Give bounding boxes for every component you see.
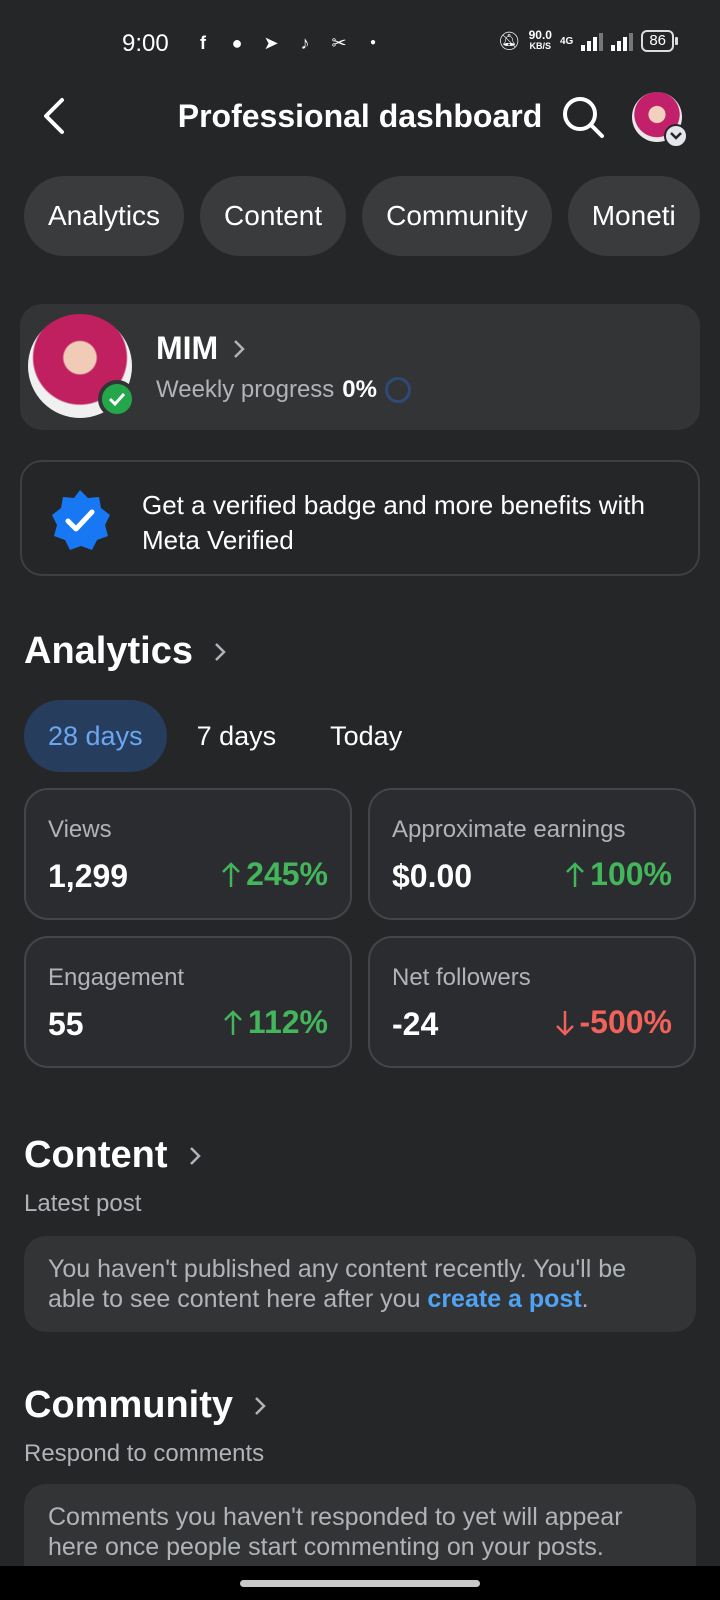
search-icon[interactable] xyxy=(560,94,606,140)
tab-analytics[interactable]: Analytics xyxy=(24,176,185,256)
metric-card-engagement[interactable]: Engagement 55 112% xyxy=(24,936,352,1068)
arrow-up-icon xyxy=(222,861,241,887)
tab-community[interactable]: Community xyxy=(362,176,552,256)
tab-content[interactable]: Content xyxy=(200,176,347,256)
chevron-down-icon xyxy=(664,124,688,148)
metric-card-net-followers[interactable]: Net followers -24 -500% xyxy=(368,936,696,1068)
mute-icon: 🔕︎ xyxy=(497,30,521,51)
metric-value: $0.00 xyxy=(392,858,473,894)
period-today[interactable]: Today xyxy=(306,700,426,772)
weekly-progress: Weekly progress 0% xyxy=(156,376,411,404)
verified-card-text: Get a verified badge and more benefits w… xyxy=(142,490,645,555)
home-indicator[interactable] xyxy=(240,1580,480,1587)
metric-change: 245% xyxy=(220,856,328,893)
tiktok-icon: ♪ xyxy=(300,33,310,53)
arrow-up-icon xyxy=(566,861,585,887)
metric-label: Engagement xyxy=(48,964,185,991)
signal-icon xyxy=(611,31,634,51)
content-header[interactable]: Content xyxy=(24,1134,202,1177)
signal-icon xyxy=(581,31,604,51)
facebook-icon: f xyxy=(200,33,206,53)
capcut-icon: ✂ xyxy=(331,33,347,53)
metric-change: 112% xyxy=(222,1004,328,1041)
community-header[interactable]: Community xyxy=(24,1384,267,1427)
community-subtitle: Respond to comments xyxy=(24,1440,265,1467)
status-bar: 9:00 f ● ➤ ♪ ✂ ● 🔕︎ 90.0 KB/S 4G 86 xyxy=(0,0,720,90)
period-28-days[interactable]: 28 days xyxy=(24,700,167,772)
profile-card[interactable]: MIM Weekly progress 0% xyxy=(20,304,700,430)
header: Professional dashboard xyxy=(0,86,720,148)
progress-ring-icon xyxy=(384,377,411,403)
checkmark-icon xyxy=(98,380,136,418)
content-subtitle: Latest post xyxy=(24,1190,142,1217)
metric-change: 100% xyxy=(564,856,672,893)
arrow-up-icon xyxy=(224,1009,242,1035)
tab-monetization[interactable]: Moneti xyxy=(567,176,700,256)
arrow-down-icon xyxy=(555,1010,574,1036)
analytics-header[interactable]: Analytics xyxy=(24,630,227,673)
status-time: 9:00 xyxy=(122,30,169,57)
metric-label: Approximate earnings xyxy=(392,816,626,843)
network-type: 4G xyxy=(559,35,574,47)
telegram-icon: ➤ xyxy=(263,33,279,53)
metric-card-views[interactable]: Views 1,299 245% xyxy=(24,788,352,920)
chevron-right-icon xyxy=(189,1146,201,1165)
create-post-link[interactable]: create a post xyxy=(427,1285,581,1313)
messenger-icon: ● xyxy=(231,33,243,53)
period-selector: 28 days 7 days Today xyxy=(24,700,426,772)
metric-value: 1,299 xyxy=(48,858,129,894)
section-tabs: Analytics Content Community Moneti xyxy=(24,176,720,256)
chevron-right-icon xyxy=(255,1396,266,1415)
verified-badge-icon xyxy=(52,490,110,550)
system-status: 🔕︎ 90.0 KB/S 4G 86 xyxy=(497,28,678,52)
profile-avatar[interactable] xyxy=(632,92,688,148)
meta-verified-card[interactable]: Get a verified badge and more benefits w… xyxy=(20,460,700,576)
chevron-right-icon xyxy=(234,339,245,358)
metric-card-earnings[interactable]: Approximate earnings $0.00 100% xyxy=(368,788,696,920)
metric-value: -24 xyxy=(392,1006,439,1042)
metric-label: Views xyxy=(48,816,112,843)
period-7-days[interactable]: 7 days xyxy=(173,700,301,772)
metric-change: -500% xyxy=(554,1004,672,1041)
metric-value: 55 xyxy=(48,1006,84,1042)
profile-name: MIM xyxy=(156,330,246,367)
latest-post-card: You haven't published any content recent… xyxy=(24,1236,696,1332)
page-title: Professional dashboard xyxy=(177,98,543,134)
metric-label: Net followers xyxy=(392,964,531,991)
chevron-right-icon xyxy=(215,642,226,661)
battery-icon: 86 xyxy=(641,30,678,52)
notification-icons: f ● ➤ ♪ ✂ ● xyxy=(192,32,384,54)
network-speed: 90.0 KB/S xyxy=(528,28,552,51)
dot-icon: ● xyxy=(369,37,377,48)
